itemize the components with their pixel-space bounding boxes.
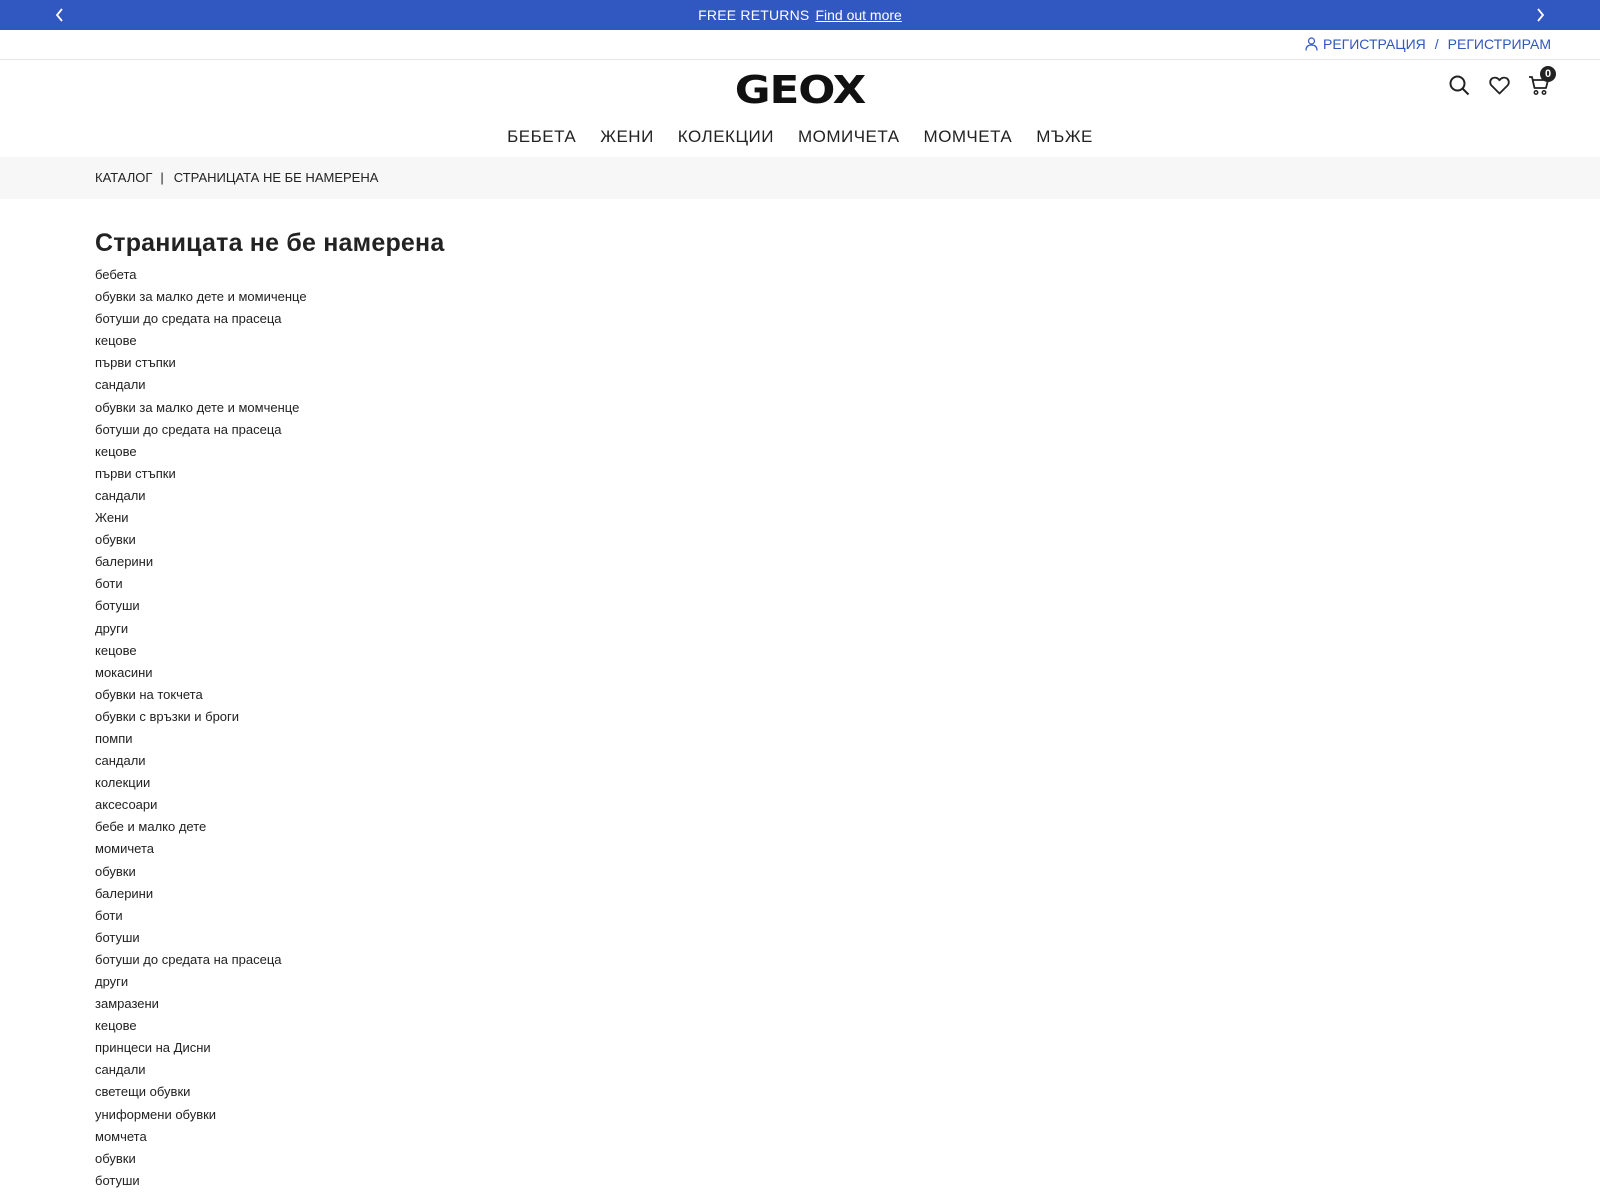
category-link[interactable]: момичета <box>95 838 1495 860</box>
category-link[interactable]: сандали <box>95 485 1495 507</box>
category-link[interactable]: униформени обувки <box>95 1104 1495 1126</box>
heart-icon <box>1488 76 1510 94</box>
wishlist-button[interactable] <box>1488 74 1510 96</box>
category-link[interactable]: кецове <box>95 330 1495 352</box>
page-title: Страницата не бе намерена <box>95 229 445 257</box>
site-header: GEOX 0 БЕБЕТА ЖЕНИ КОЛЕКЦИИ МОМИЧЕТА МОМ… <box>0 60 1600 157</box>
chevron-left-icon <box>55 8 63 22</box>
category-link[interactable]: бебе и малко дете <box>95 816 1495 838</box>
cart-count-badge: 0 <box>1540 66 1556 82</box>
category-link[interactable]: сандали <box>95 374 1495 396</box>
nav-item-girls[interactable]: МОМИЧЕТА <box>798 124 900 150</box>
category-link[interactable]: сандали <box>95 750 1495 772</box>
category-link[interactable]: обувки <box>95 1148 1495 1170</box>
category-list: бебета обувки за малко дете и момиченце … <box>95 264 1495 1192</box>
breadcrumb-bar: КАТАЛОГ | СТРАНИЦАТА НЕ БЕ НАМЕРЕНА <box>0 157 1600 199</box>
account-separator: / <box>1434 36 1439 52</box>
category-link[interactable]: обувки <box>95 861 1495 883</box>
category-link[interactable]: момчета <box>95 1126 1495 1148</box>
category-link[interactable]: боти <box>95 905 1495 927</box>
breadcrumb-catalog-link[interactable]: КАТАЛОГ <box>95 170 152 185</box>
category-link[interactable]: други <box>95 618 1495 640</box>
category-link[interactable]: боти <box>95 573 1495 595</box>
category-link[interactable]: ботуши до средата на прасеца <box>95 308 1495 330</box>
category-link[interactable]: колекции <box>95 772 1495 794</box>
promo-bar: FREE RETURNS Find out more <box>0 0 1600 30</box>
promo-next-button[interactable] <box>1530 5 1550 25</box>
category-link[interactable]: обувки <box>95 529 1495 551</box>
category-link[interactable]: кецове <box>95 1015 1495 1037</box>
category-link[interactable]: кецове <box>95 441 1495 463</box>
category-link[interactable]: балерини <box>95 883 1495 905</box>
search-button[interactable] <box>1448 74 1470 96</box>
breadcrumb-separator: | <box>160 170 164 185</box>
category-link[interactable]: обувки с връзки и броги <box>95 706 1495 728</box>
promo-find-out-more-link[interactable]: Find out more <box>815 7 901 23</box>
category-link[interactable]: мокасини <box>95 662 1495 684</box>
category-link[interactable]: ботуши <box>95 927 1495 949</box>
chevron-right-icon <box>1537 8 1545 22</box>
breadcrumb-current: СТРАНИЦАТА НЕ БЕ НАМЕРЕНА <box>173 170 379 185</box>
main-content: Страницата не бе намерена бебета обувки … <box>95 226 1495 1192</box>
category-link[interactable]: светещи обувки <box>95 1081 1495 1103</box>
nav-item-men[interactable]: МЪЖЕ <box>1036 124 1093 150</box>
account-link[interactable]: РЕГИСТРАЦИЯ / РЕГИСТРИРАМ <box>1305 36 1551 52</box>
category-link[interactable]: помпи <box>95 728 1495 750</box>
cart-button[interactable]: 0 <box>1528 66 1556 96</box>
category-link[interactable]: други <box>95 971 1495 993</box>
breadcrumb: КАТАЛОГ | СТРАНИЦАТА НЕ БЕ НАМЕРЕНА <box>95 170 378 185</box>
nav-item-collections[interactable]: КОЛЕКЦИИ <box>678 124 774 150</box>
search-icon <box>1449 75 1469 95</box>
promo-prev-button[interactable] <box>50 5 70 25</box>
category-link[interactable]: първи стъпки <box>95 463 1495 485</box>
category-link[interactable]: ботуши <box>95 1170 1495 1192</box>
category-link[interactable]: първи стъпки <box>95 352 1495 374</box>
account-bar: РЕГИСТРАЦИЯ / РЕГИСТРИРАМ <box>0 30 1600 60</box>
user-icon <box>1305 37 1318 51</box>
category-link[interactable]: аксесоари <box>95 794 1495 816</box>
signup-link-label: РЕГИСТРИРАМ <box>1447 36 1551 52</box>
category-link[interactable]: обувки на токчета <box>95 684 1495 706</box>
category-link[interactable]: кецове <box>95 640 1495 662</box>
category-link[interactable]: ботуши до средата на прасеца <box>95 419 1495 441</box>
register-link-label: РЕГИСТРАЦИЯ <box>1322 36 1426 52</box>
category-link[interactable]: бебета <box>95 264 1495 286</box>
nav-item-women[interactable]: ЖЕНИ <box>600 124 654 150</box>
nav-item-babies[interactable]: БЕБЕТА <box>507 124 576 150</box>
category-link[interactable]: Жени <box>95 507 1495 529</box>
nav-item-boys[interactable]: МОМЧЕТА <box>924 124 1013 150</box>
main-nav: БЕБЕТА ЖЕНИ КОЛЕКЦИИ МОМИЧЕТА МОМЧЕТА МЪ… <box>0 124 1600 150</box>
category-link[interactable]: ботуши до средата на прасеца <box>95 949 1495 971</box>
header-icons: 0 <box>1448 66 1556 96</box>
geox-logo[interactable]: GEOX <box>708 68 892 112</box>
category-link[interactable]: замразени <box>95 993 1495 1015</box>
category-link[interactable]: обувки за малко дете и момиченце <box>95 286 1495 308</box>
category-link[interactable]: балерини <box>95 551 1495 573</box>
category-link[interactable]: ботуши <box>95 595 1495 617</box>
category-link[interactable]: обувки за малко дете и момченце <box>95 397 1495 419</box>
category-link[interactable]: принцеси на Дисни <box>95 1037 1495 1059</box>
category-link[interactable]: сандали <box>95 1059 1495 1081</box>
promo-text: FREE RETURNS <box>698 7 810 23</box>
